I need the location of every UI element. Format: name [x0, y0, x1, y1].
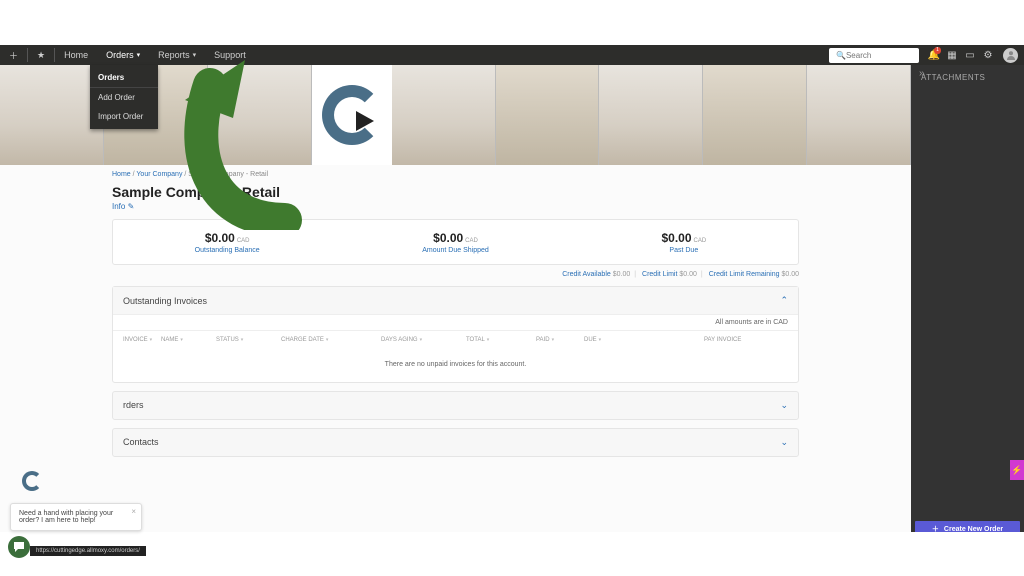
expand-icon[interactable]: ⌄: [780, 400, 788, 411]
close-icon[interactable]: ×: [131, 507, 136, 516]
orders-dropdown: Orders Add Order Import Order: [90, 65, 158, 129]
currency-note: All amounts are in CAD: [113, 315, 798, 330]
avatar[interactable]: [1003, 48, 1018, 63]
col-status[interactable]: STATUS▾: [216, 337, 281, 343]
page-title: Sample Company - Retail: [0, 182, 911, 202]
col-days-aging[interactable]: DAYS AGING▾: [381, 337, 466, 343]
search-input-wrap[interactable]: 🔍: [829, 48, 919, 63]
stat-pastdue-label[interactable]: Past Due: [669, 247, 698, 254]
credit-summary: Credit Available $0.00| Credit Limit $0.…: [112, 271, 799, 278]
dropdown-add-order[interactable]: Add Order: [90, 88, 158, 107]
col-due[interactable]: DUE▾: [584, 337, 704, 343]
nav-support[interactable]: Support: [205, 45, 255, 65]
lightning-icon[interactable]: ⚡: [1010, 460, 1024, 480]
col-pay: PAY INVOICE: [704, 337, 788, 343]
outstanding-invoices-section: Outstanding Invoices⌃ All amounts are in…: [112, 286, 799, 383]
chat-popup: × Need a hand with placing your order? I…: [10, 503, 142, 531]
dropdown-import-order[interactable]: Import Order: [90, 107, 158, 126]
nav-home[interactable]: Home: [55, 45, 97, 65]
notification-badge: 1: [934, 47, 941, 54]
chat-message: Need a hand with placing your order? I a…: [19, 510, 113, 524]
apps-icon[interactable]: ▦: [943, 46, 961, 64]
attachments-title: ATTACHMENTS: [911, 65, 1024, 90]
nav-reports[interactable]: Reports ▾: [149, 45, 205, 65]
collapse-icon[interactable]: »: [919, 68, 925, 79]
top-nav: ＋ ★ Home Orders ▾ Reports ▾ Support 🔍 🔔1…: [0, 45, 1024, 65]
stat-shipped: $0.00CAD Amount Due Shipped: [341, 220, 569, 264]
section-header-invoices[interactable]: Outstanding Invoices⌃: [113, 287, 798, 315]
col-name[interactable]: NAME▾: [161, 337, 216, 343]
expand-icon[interactable]: ⌄: [780, 437, 788, 448]
contacts-section[interactable]: Contacts⌄: [112, 428, 799, 457]
add-icon[interactable]: ＋: [0, 45, 27, 65]
col-invoice[interactable]: INVOICE▾: [123, 337, 161, 343]
nav-orders[interactable]: Orders ▾: [97, 45, 149, 65]
crumb-current: Sample Company - Retail: [188, 171, 268, 178]
gear-icon[interactable]: ⚙: [979, 46, 997, 64]
chevron-down-icon: ▾: [193, 51, 197, 59]
breadcrumb: Home / Your Company / Sample Company - R…: [0, 165, 911, 182]
chevron-down-icon: ▾: [137, 51, 141, 59]
crumb-company[interactable]: Your Company: [136, 171, 182, 178]
dropdown-header: Orders: [90, 68, 158, 88]
attachments-panel: » ATTACHMENTS ＋Create New Order ✖Import …: [911, 65, 1024, 576]
col-charge-date[interactable]: CHARGE DATE▾: [281, 337, 381, 343]
search-input[interactable]: [846, 51, 906, 60]
invoice-table-header: INVOICE▾ NAME▾ STATUS▾ CHARGE DATE▾ DAYS…: [113, 330, 798, 349]
collapse-icon[interactable]: ⌃: [780, 295, 788, 306]
empty-invoices-message: There are no unpaid invoices for this ac…: [113, 349, 798, 382]
col-total[interactable]: TOTAL▾: [466, 337, 536, 343]
bell-icon[interactable]: 🔔1: [925, 46, 943, 64]
stat-pastdue: $0.00CAD Past Due: [570, 220, 798, 264]
orders-section[interactable]: rders⌄: [112, 391, 799, 420]
stats-card: $0.00CAD Outstanding Balance $0.00CAD Am…: [112, 219, 799, 265]
col-paid[interactable]: PAID▾: [536, 337, 584, 343]
chat-brand-icon: [22, 471, 42, 491]
stat-outstanding: $0.00CAD Outstanding Balance: [113, 220, 341, 264]
brand-logo: [312, 65, 392, 165]
chat-fab[interactable]: [8, 536, 30, 558]
status-bar-url: https://cuttingedge.allmoxy.com/orders/: [30, 546, 146, 556]
calendar-icon[interactable]: ▭: [961, 46, 979, 64]
crumb-home[interactable]: Home: [112, 171, 131, 178]
stat-outstanding-label[interactable]: Outstanding Balance: [195, 247, 260, 254]
star-icon[interactable]: ★: [28, 45, 54, 65]
stat-shipped-label[interactable]: Amount Due Shipped: [422, 247, 489, 254]
search-icon: 🔍: [836, 51, 846, 60]
info-link[interactable]: Info ✎: [0, 202, 911, 211]
